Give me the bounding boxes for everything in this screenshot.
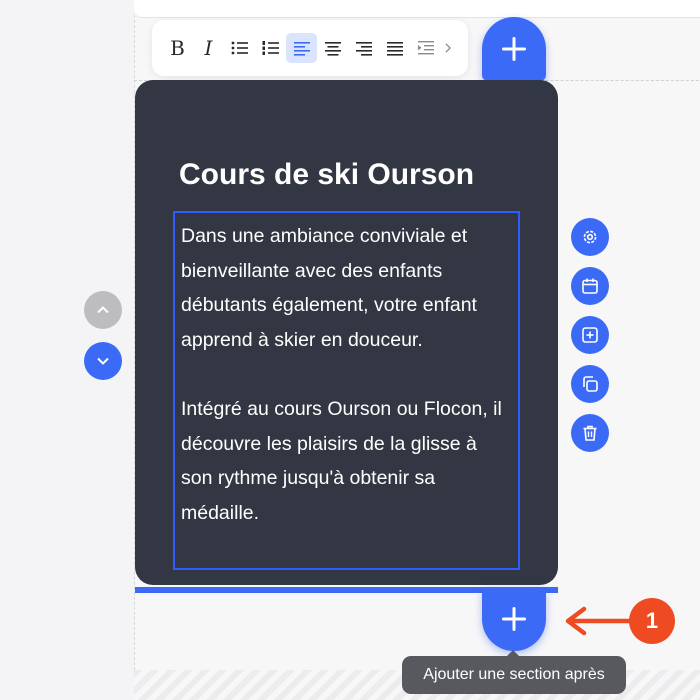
plus-icon: [502, 37, 526, 61]
add-section-before-button[interactable]: [482, 17, 546, 81]
settings-button[interactable]: [571, 218, 609, 256]
chevron-down-icon: [97, 357, 109, 365]
move-section-up-button[interactable]: [84, 291, 122, 329]
chevron-up-icon: [97, 306, 109, 314]
section-actions: [571, 218, 609, 452]
text-block-editor[interactable]: Dans une ambiance conviviale et bienveil…: [173, 211, 520, 570]
previous-section: [134, 0, 700, 18]
add-section-after-button[interactable]: [482, 587, 546, 651]
chevron-right-icon: [445, 43, 451, 53]
schedule-button[interactable]: [571, 267, 609, 305]
justify-icon: [386, 42, 403, 56]
align-left-icon: [293, 42, 310, 56]
gear-icon: [583, 230, 597, 244]
indent-button[interactable]: [410, 33, 441, 63]
justify-button[interactable]: [379, 33, 410, 63]
bullet-list-icon: [231, 41, 248, 55]
align-right-icon: [355, 42, 372, 56]
bullet-list-button[interactable]: [224, 33, 255, 63]
italic-button[interactable]: I: [193, 33, 224, 63]
delete-button[interactable]: [571, 414, 609, 452]
calendar-icon: [582, 278, 598, 294]
bold-icon: B: [170, 36, 185, 60]
add-block-button[interactable]: [571, 316, 609, 354]
annotation-step-badge: 1: [629, 598, 675, 644]
plus-square-icon: [582, 327, 598, 343]
align-left-button[interactable]: [286, 33, 317, 63]
numbered-list-icon: [262, 41, 279, 55]
copy-icon: [583, 376, 598, 392]
section-card[interactable]: Cours de ski Ourson Dans une ambiance co…: [135, 80, 558, 585]
numbered-list-button[interactable]: [255, 33, 286, 63]
plus-icon: [502, 607, 526, 631]
bold-button[interactable]: B: [162, 33, 193, 63]
paragraph[interactable]: Dans une ambiance conviviale et bienveil…: [181, 219, 512, 357]
text-format-toolbar: B I: [152, 20, 468, 76]
trash-icon: [583, 425, 597, 441]
align-center-icon: [324, 42, 341, 56]
section-title[interactable]: Cours de ski Ourson: [179, 158, 474, 192]
tooltip: Ajouter une section après: [402, 650, 626, 694]
duplicate-button[interactable]: [571, 365, 609, 403]
align-right-button[interactable]: [348, 33, 379, 63]
annotation-arrow-icon: [565, 606, 637, 636]
align-center-button[interactable]: [317, 33, 348, 63]
indent-icon: [417, 41, 434, 55]
italic-icon: I: [204, 36, 213, 60]
move-section-down-button[interactable]: [84, 342, 122, 380]
paragraph[interactable]: Intégré au cours Ourson ou Flocon, il dé…: [181, 392, 512, 530]
more-options-button[interactable]: [441, 33, 455, 63]
